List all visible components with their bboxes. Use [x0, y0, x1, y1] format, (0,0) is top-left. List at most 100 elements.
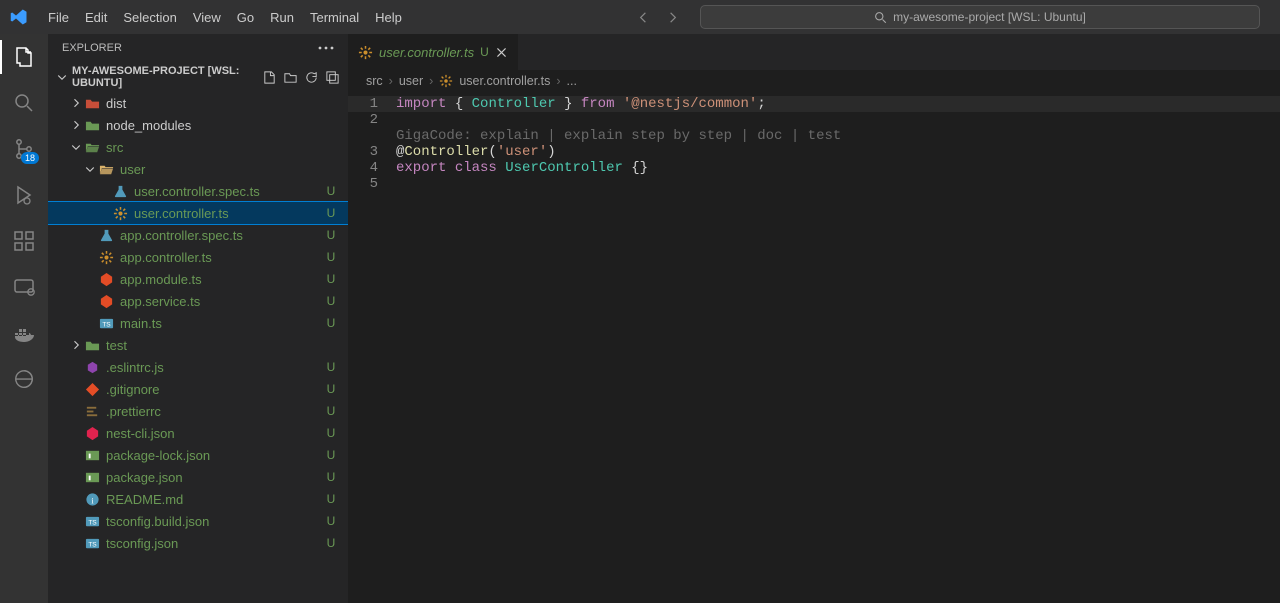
menu-terminal[interactable]: Terminal — [302, 6, 367, 29]
collapse-all-icon[interactable] — [325, 70, 340, 85]
tree-item[interactable]: .gitignoreU — [48, 378, 348, 400]
tree-item[interactable]: package-lock.jsonU — [48, 444, 348, 466]
tree-item[interactable]: src — [48, 136, 348, 158]
git-status: U — [324, 272, 338, 286]
folder-icon — [84, 95, 100, 111]
tree-item[interactable]: TS tsconfig.jsonU — [48, 532, 348, 554]
vscode-logo-icon — [8, 6, 30, 28]
refresh-icon[interactable] — [304, 70, 319, 85]
search-icon — [874, 11, 887, 24]
tree-item-label: src — [106, 140, 324, 155]
svg-text:TS: TS — [88, 541, 97, 548]
svg-text:TS: TS — [102, 321, 111, 328]
editor-tabs: user.controller.ts U — [348, 34, 1280, 70]
extensions-activity-icon[interactable] — [11, 228, 37, 254]
nav-back-icon[interactable] — [636, 10, 651, 25]
git-status: U — [324, 536, 338, 550]
close-icon[interactable] — [495, 46, 508, 59]
tree-item[interactable]: nest-cli.jsonU — [48, 422, 348, 444]
svg-text:TS: TS — [88, 519, 97, 526]
tree-item[interactable]: app.service.tsU — [48, 290, 348, 312]
tree-item[interactable]: package.jsonU — [48, 466, 348, 488]
git-status: U — [324, 250, 338, 264]
breadcrumb[interactable]: src › user › user.controller.ts › ... — [348, 70, 1280, 92]
npm-icon — [84, 469, 100, 485]
breadcrumb-part[interactable]: user — [399, 74, 423, 88]
code-editor[interactable]: 1import { Controller } from '@nestjs/com… — [348, 92, 1280, 196]
chevron-right-icon[interactable] — [68, 119, 84, 131]
chevron-down-icon[interactable] — [68, 141, 84, 153]
run-debug-activity-icon[interactable] — [11, 182, 37, 208]
folder-icon — [84, 117, 100, 133]
git-status: U — [324, 448, 338, 462]
chevron-down-icon[interactable] — [82, 163, 98, 175]
menu-view[interactable]: View — [185, 6, 229, 29]
nav-forward-icon[interactable] — [665, 10, 680, 25]
tree-item[interactable]: app.controller.spec.tsU — [48, 224, 348, 246]
title-bar: FileEditSelectionViewGoRunTerminalHelp m… — [0, 0, 1280, 34]
tree-item-label: node_modules — [106, 118, 324, 133]
tree-item[interactable]: test — [48, 334, 348, 356]
menu-help[interactable]: Help — [367, 6, 410, 29]
ts-icon: TS — [84, 513, 100, 529]
tree-item[interactable]: node_modules — [48, 114, 348, 136]
tree-item[interactable]: user — [48, 158, 348, 180]
tree-item-label: user — [120, 162, 324, 177]
tree-item-label: tsconfig.json — [106, 536, 324, 551]
explorer-activity-icon[interactable] — [11, 44, 37, 70]
docker-activity-icon[interactable] — [11, 320, 37, 346]
chevron-right-icon[interactable] — [68, 97, 84, 109]
info-icon: i — [84, 491, 100, 507]
sidebar-more-icon[interactable] — [318, 46, 334, 50]
npm-icon — [84, 447, 100, 463]
tree-item[interactable]: .eslintrc.jsU — [48, 356, 348, 378]
gear-icon — [358, 45, 373, 60]
tree-item[interactable]: TStsconfig.build.jsonU — [48, 510, 348, 532]
remote-activity-icon[interactable] — [11, 274, 37, 300]
command-center-search[interactable]: my-awesome-project [WSL: Ubuntu] — [700, 5, 1260, 29]
git-status: U — [324, 316, 338, 330]
menu-run[interactable]: Run — [262, 6, 302, 29]
scm-badge: 18 — [21, 152, 39, 164]
tree-item-label: user.controller.ts — [134, 206, 324, 221]
chevron-right-icon[interactable] — [68, 339, 84, 351]
search-activity-icon[interactable] — [11, 90, 37, 116]
tree-item[interactable]: app.module.tsU — [48, 268, 348, 290]
tree-item[interactable]: user.controller.spec.tsU — [48, 180, 348, 202]
folder-icon — [84, 337, 100, 353]
editor-area: user.controller.ts U src › user › user.c… — [348, 34, 1280, 603]
tab-user-controller[interactable]: user.controller.ts U — [348, 34, 519, 70]
menu-file[interactable]: File — [40, 6, 77, 29]
tree-item-label: user.controller.spec.ts — [134, 184, 324, 199]
scm-activity-icon[interactable]: 18 — [11, 136, 37, 162]
breadcrumb-part[interactable]: src — [366, 74, 383, 88]
new-file-icon[interactable] — [262, 70, 277, 85]
tree-item[interactable]: user.controller.tsU — [48, 202, 348, 224]
git-status: U — [324, 404, 338, 418]
ts-icon: TS — [98, 315, 114, 331]
tree-item-label: app.module.ts — [120, 272, 324, 287]
project-header[interactable]: MY-AWESOME-PROJECT [WSL: UBUNTU] — [48, 62, 348, 92]
breadcrumb-part[interactable]: user.controller.ts — [459, 74, 550, 88]
menu-go[interactable]: Go — [229, 6, 262, 29]
breadcrumb-part[interactable]: ... — [567, 74, 577, 88]
new-folder-icon[interactable] — [283, 70, 298, 85]
project-title: MY-AWESOME-PROJECT [WSL: UBUNTU] — [72, 65, 258, 89]
eslint-icon — [84, 359, 100, 375]
tree-item-label: nest-cli.json — [106, 426, 324, 441]
tree-item[interactable]: dist — [48, 92, 348, 114]
inline-hint[interactable]: GigaCode: explain | explain step by step… — [396, 128, 1280, 144]
search-text: my-awesome-project [WSL: Ubuntu] — [893, 10, 1086, 24]
menu-selection[interactable]: Selection — [115, 6, 184, 29]
tab-label: user.controller.ts — [379, 45, 474, 60]
prettier-icon — [84, 403, 100, 419]
tree-item[interactable]: app.controller.tsU — [48, 246, 348, 268]
gear-icon — [439, 74, 453, 88]
tree-item[interactable]: iREADME.mdU — [48, 488, 348, 510]
tree-item[interactable]: .prettierrcU — [48, 400, 348, 422]
menu-edit[interactable]: Edit — [77, 6, 115, 29]
tree-item[interactable]: TSmain.tsU — [48, 312, 348, 334]
tree-item-label: app.service.ts — [120, 294, 324, 309]
tree-item-label: app.controller.ts — [120, 250, 324, 265]
gigacode-activity-icon[interactable] — [11, 366, 37, 392]
